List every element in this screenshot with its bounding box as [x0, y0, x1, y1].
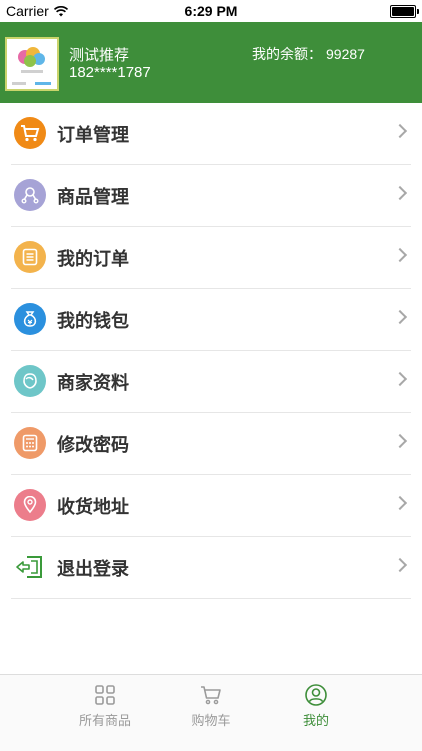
battery-icon: [390, 5, 419, 18]
menu-item-label: 商家资料: [57, 373, 129, 394]
chevron-right-icon: [392, 495, 408, 511]
chevron-right-icon: [392, 433, 408, 449]
balance-value: 99287: [326, 46, 365, 62]
keypad-icon: [14, 427, 46, 459]
menu-item-label: 我的钱包: [57, 311, 129, 332]
menu-item-order-management[interactable]: 订单管理: [11, 103, 411, 165]
cart-icon: [14, 117, 46, 149]
menu-item-logout[interactable]: 退出登录: [11, 537, 411, 599]
balance: 我的余额： 99287: [252, 44, 365, 64]
location-pin-icon: [14, 489, 46, 521]
list-doc-icon: [14, 241, 46, 273]
status-time: 6:29 PM: [184, 3, 238, 19]
menu-item-merchant-info[interactable]: 商家资料: [11, 351, 411, 413]
chevron-right-icon: [392, 123, 408, 139]
profile-face-icon: [14, 365, 46, 397]
avatar-image: [7, 39, 57, 89]
menu-item-label: 退出登录: [57, 559, 129, 580]
grid-icon: [95, 685, 115, 705]
user-name: 测试推荐: [69, 46, 130, 64]
chevron-right-icon: [392, 247, 408, 263]
menu-list: 订单管理 商品管理 我的订单 我的钱包 商家资料 修改密码 收货地址 退出登录: [0, 103, 422, 599]
chevron-right-icon: [392, 557, 408, 573]
balance-label: 我的余额：: [252, 47, 322, 63]
user-circle-icon: [305, 684, 327, 706]
tab-label: 所有商品: [78, 714, 131, 729]
logout-icon: [14, 551, 46, 583]
menu-item-change-password[interactable]: 修改密码: [11, 413, 411, 475]
tab-all-products[interactable]: 所有商品: [55, 675, 155, 739]
menu-item-shipping-address[interactable]: 收货地址: [11, 475, 411, 537]
status-bar: Carrier 6:29 PM: [0, 0, 422, 22]
tab-label: 购物车: [191, 714, 231, 729]
chevron-right-icon: [392, 371, 408, 387]
profile-header: 测试推荐 182****1787 我的余额： 99287: [0, 22, 422, 103]
menu-item-my-wallet[interactable]: 我的钱包: [11, 289, 411, 351]
user-phone: 182****1787: [69, 64, 151, 81]
tab-cart[interactable]: 购物车: [161, 675, 261, 739]
menu-item-product-management[interactable]: 商品管理: [11, 165, 411, 227]
menu-item-label: 修改密码: [57, 435, 129, 456]
share-nodes-icon: [14, 179, 46, 211]
money-bag-icon: [14, 303, 46, 335]
tab-mine[interactable]: 我的: [266, 675, 366, 739]
menu-item-label: 收货地址: [57, 497, 129, 518]
chevron-right-icon: [392, 185, 408, 201]
menu-item-label: 我的订单: [57, 249, 129, 270]
tab-bar: 所有商品 购物车 我的: [0, 674, 422, 751]
cart-outline-icon: [201, 686, 221, 705]
tab-label: 我的: [302, 714, 329, 729]
avatar[interactable]: [5, 37, 59, 91]
menu-item-label: 商品管理: [57, 187, 129, 208]
chevron-right-icon: [392, 309, 408, 325]
menu-item-my-orders[interactable]: 我的订单: [11, 227, 411, 289]
menu-item-label: 订单管理: [57, 125, 129, 146]
